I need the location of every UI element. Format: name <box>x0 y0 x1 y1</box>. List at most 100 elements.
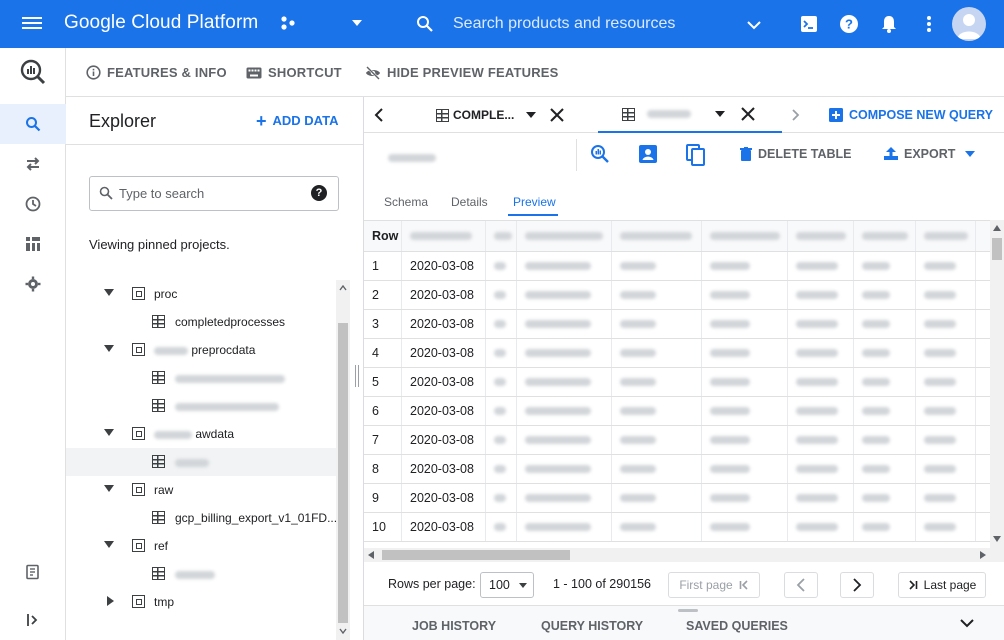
scrollbar-thumb[interactable] <box>338 323 348 623</box>
header-cell[interactable] <box>788 221 854 251</box>
redacted-cell[interactable] <box>486 339 517 367</box>
redacted-cell[interactable] <box>517 484 612 512</box>
redacted-cell[interactable] <box>702 484 788 512</box>
redacted-cell[interactable] <box>486 281 517 309</box>
compose-new-query-button[interactable]: COMPOSE NEW QUERY <box>829 108 993 122</box>
tab-scroll-right-icon[interactable] <box>792 97 806 133</box>
saved-queries-tab[interactable]: SAVED QUERIES <box>686 619 788 633</box>
tab-close-icon[interactable] <box>741 107 755 121</box>
scroll-right-icon[interactable] <box>980 551 986 559</box>
nav-expand-collapse-icon[interactable] <box>0 600 66 640</box>
header-cell[interactable] <box>702 221 788 251</box>
panel-resize-handle[interactable] <box>355 365 359 387</box>
redacted-cell[interactable] <box>702 252 788 280</box>
table-row[interactable]: 7 2020-03-08 <box>364 426 990 455</box>
redacted-cell[interactable] <box>702 281 788 309</box>
redacted-cell[interactable] <box>486 310 517 338</box>
copy-table-icon[interactable] <box>686 144 706 166</box>
redacted-cell[interactable] <box>486 426 517 454</box>
expand-arrow-icon[interactable] <box>104 345 114 353</box>
redacted-cell[interactable] <box>612 339 702 367</box>
date-cell[interactable]: 2020-03-08 <box>402 252 486 280</box>
explorer-search-placeholder[interactable]: Type to search <box>119 186 204 201</box>
redacted-cell[interactable] <box>612 368 702 396</box>
redacted-cell[interactable] <box>916 281 976 309</box>
export-menu-icon[interactable] <box>965 151 976 157</box>
redacted-cell[interactable] <box>702 368 788 396</box>
redacted-cell[interactable] <box>916 310 976 338</box>
redacted-cell[interactable] <box>788 426 854 454</box>
scrollbar-thumb[interactable] <box>992 238 1002 260</box>
header-cell[interactable] <box>486 221 517 251</box>
date-cell[interactable]: 2020-03-08 <box>402 310 486 338</box>
more-vert-icon[interactable] <box>918 13 940 35</box>
table-row[interactable]: 5 2020-03-08 <box>364 368 990 397</box>
nav-transfers-icon[interactable] <box>0 144 66 184</box>
redacted-cell[interactable] <box>854 513 916 541</box>
redacted-cell[interactable] <box>916 252 976 280</box>
table-row[interactable]: 2 2020-03-08 <box>364 281 990 310</box>
scrollbar-thumb[interactable] <box>382 550 570 560</box>
job-history-tab[interactable]: JOB HISTORY <box>412 619 496 633</box>
redacted-cell[interactable] <box>788 397 854 425</box>
hide-preview-features-button[interactable]: HIDE PREVIEW FEATURES <box>365 65 559 80</box>
tab-scroll-left-icon[interactable] <box>364 97 394 133</box>
table-row[interactable]: 3 2020-03-08 <box>364 310 990 339</box>
date-cell[interactable]: 2020-03-08 <box>402 484 486 512</box>
features-info-button[interactable]: FEATURES & INFO <box>86 65 227 80</box>
date-cell[interactable]: 2020-03-08 <box>402 397 486 425</box>
expand-arrow-icon[interactable] <box>104 541 114 549</box>
gcp-logo-text[interactable]: Google Cloud Platform <box>64 12 258 34</box>
redacted-cell[interactable] <box>788 513 854 541</box>
nav-history-icon[interactable] <box>0 184 66 224</box>
collapse-arrow-icon[interactable] <box>107 596 115 606</box>
redacted-cell[interactable] <box>788 484 854 512</box>
export-button[interactable]: EXPORT <box>884 147 976 161</box>
redacted-cell[interactable] <box>788 252 854 280</box>
table-horizontal-scrollbar[interactable] <box>364 548 1004 562</box>
redacted-cell[interactable] <box>854 339 916 367</box>
header-cell[interactable] <box>517 221 612 251</box>
redacted-cell[interactable] <box>517 281 612 309</box>
redacted-cell[interactable] <box>612 455 702 483</box>
redacted-cell[interactable] <box>612 397 702 425</box>
header-cell[interactable] <box>916 221 976 251</box>
header-cell[interactable] <box>402 221 486 251</box>
scroll-up-icon[interactable] <box>339 285 347 291</box>
delete-table-button[interactable]: DELETE TABLE <box>740 147 852 161</box>
tab-details[interactable]: Details <box>451 195 488 209</box>
tab-menu-icon[interactable] <box>526 112 537 118</box>
redacted-cell[interactable] <box>486 252 517 280</box>
redacted-cell[interactable] <box>916 368 976 396</box>
table-row[interactable]: 8 2020-03-08 <box>364 455 990 484</box>
redacted-cell[interactable] <box>517 368 612 396</box>
shortcut-button[interactable]: SHORTCUT <box>246 65 342 80</box>
redacted-cell[interactable] <box>612 281 702 309</box>
redacted-cell[interactable] <box>702 339 788 367</box>
table-row[interactable]: 4 2020-03-08 <box>364 339 990 368</box>
query-table-icon[interactable] <box>590 144 610 164</box>
header-row-number[interactable]: Row <box>364 221 402 251</box>
redacted-cell[interactable] <box>517 397 612 425</box>
tree-item-dataset[interactable]: raw <box>66 476 336 504</box>
nav-search-icon[interactable] <box>0 104 66 144</box>
tree-item-table[interactable]: completedprocesses <box>66 308 336 336</box>
tab-active-table[interactable] <box>598 97 782 133</box>
redacted-cell[interactable] <box>486 368 517 396</box>
redacted-cell[interactable] <box>517 339 612 367</box>
search-placeholder[interactable]: Search products and resources <box>453 15 675 33</box>
redacted-cell[interactable] <box>854 484 916 512</box>
table-row[interactable]: 6 2020-03-08 <box>364 397 990 426</box>
expand-arrow-icon[interactable] <box>104 429 114 437</box>
date-cell[interactable]: 2020-03-08 <box>402 513 486 541</box>
nav-release-notes-icon[interactable] <box>0 552 66 592</box>
redacted-cell[interactable] <box>788 339 854 367</box>
tab-preview[interactable]: Preview <box>513 195 556 209</box>
drag-handle[interactable] <box>678 609 698 612</box>
date-cell[interactable]: 2020-03-08 <box>402 281 486 309</box>
redacted-cell[interactable] <box>854 455 916 483</box>
redacted-cell[interactable] <box>788 368 854 396</box>
redacted-cell[interactable] <box>788 281 854 309</box>
query-history-tab[interactable]: QUERY HISTORY <box>541 619 643 633</box>
date-cell[interactable]: 2020-03-08 <box>402 426 486 454</box>
